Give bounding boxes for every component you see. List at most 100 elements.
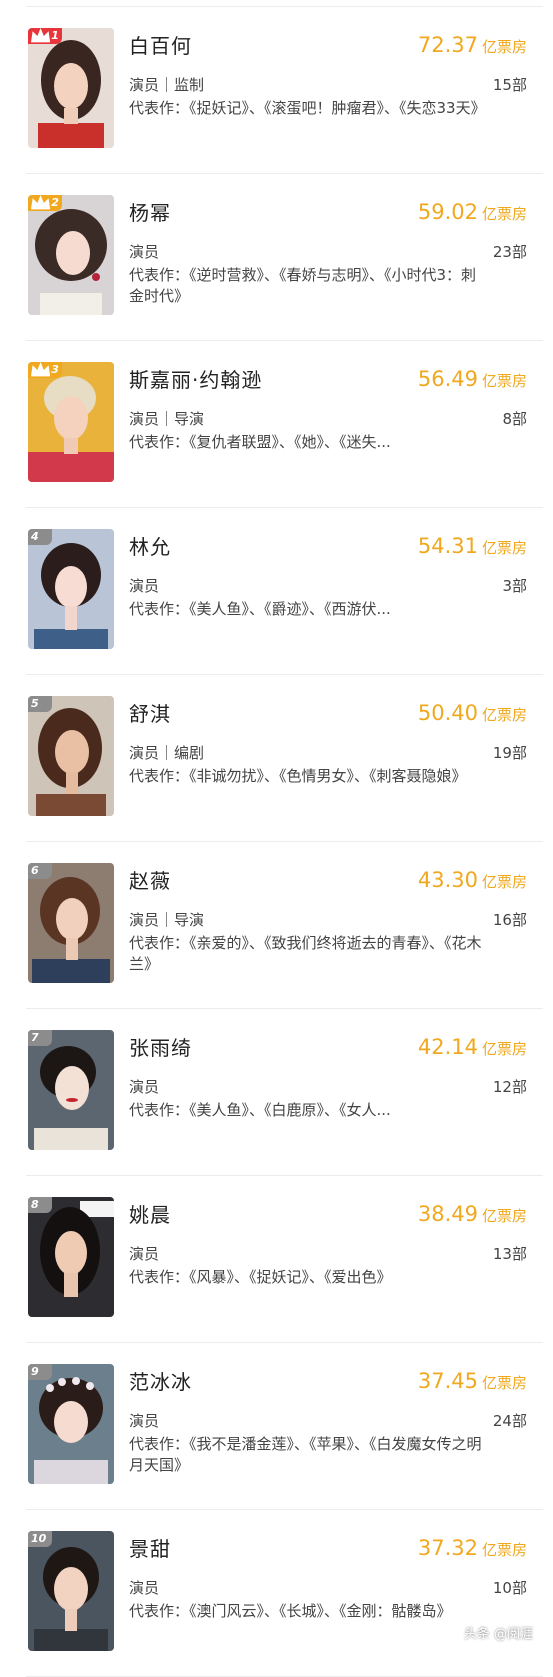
film-count-unit: 部 (511, 410, 527, 428)
ranking-row[interactable]: 2 杨幂 59.02 亿票房 演员 23部 代表作：《逆时营救》、《春娇与志明》、… (26, 174, 543, 341)
box-office-unit: 亿票房 (481, 1207, 527, 1225)
star-role: 演员｜导演 (129, 911, 205, 929)
box-office-unit: 亿票房 (481, 372, 527, 390)
representative-works: 代表作：《我不是潘金莲》、《苹果》、《白发魔女传之明月天国》 (129, 1435, 482, 1474)
avatar: 9 (28, 1364, 114, 1484)
star-name[interactable]: 杨幂 (129, 197, 171, 226)
box-office-value: 38.49 (417, 1202, 478, 1226)
film-count: 13部 (493, 1243, 527, 1264)
film-count-value: 3 (502, 577, 512, 595)
portrait-image (28, 362, 114, 482)
ranking-row[interactable]: 8 姚晨 38.49 亿票房 演员 13部 代表作：《风暴》、《捉妖记》、《爱出色… (26, 1176, 543, 1343)
ranking-row[interactable]: 3 斯嘉丽·约翰逊 56.49 亿票房 演员｜导演 8部 代表作：《复仇者联盟》、… (26, 341, 543, 508)
film-count-value: 10 (492, 1579, 512, 1597)
film-count: 16部 (493, 909, 527, 930)
representative-works: 代表作：《美人鱼》、《白鹿原》、《女人... (129, 1101, 391, 1119)
box-office: 50.40 亿票房 (418, 701, 527, 725)
film-count-unit: 部 (511, 744, 527, 762)
film-count-unit: 部 (511, 1245, 527, 1263)
ranking-row[interactable]: 10 景甜 37.32 亿票房 演员 10部 代表作：《澳门风云》、《长城》、《金… (26, 1510, 543, 1677)
rank-number: 2 (51, 196, 59, 209)
box-office: 56.49 亿票房 (418, 367, 527, 391)
box-office-value: 37.32 (417, 1536, 478, 1560)
star-role: 演员 (129, 1579, 160, 1597)
portrait-image (28, 1531, 114, 1651)
box-office-value: 43.30 (417, 868, 478, 892)
film-count: 12部 (493, 1076, 527, 1097)
avatar: 3 (28, 362, 114, 482)
film-count-value: 8 (502, 410, 512, 428)
film-count-value: 13 (492, 1245, 512, 1263)
ranking-row[interactable]: 5 舒淇 50.40 亿票房 演员｜编剧 19部 代表作：《非诚勿扰》、《色情男女… (26, 675, 543, 842)
rank-badge: 9 (28, 1364, 52, 1380)
ranking-row[interactable]: 9 范冰冰 37.45 亿票房 演员 24部 代表作：《我不是潘金莲》、《苹果》、… (26, 1343, 543, 1510)
rank-badge: 8 (28, 1197, 52, 1213)
film-count: 19部 (493, 742, 527, 763)
film-count: 24部 (493, 1410, 527, 1431)
rank-badge: 7 (28, 1030, 52, 1046)
rank-badge: 10 (28, 1531, 52, 1547)
film-count-unit: 部 (511, 1579, 527, 1597)
representative-works: 代表作：《复仇者联盟》、《她》、《迷失... (129, 433, 391, 451)
ranking-row[interactable]: 4 林允 54.31 亿票房 演员 3部 代表作：《美人鱼》、《爵迹》、《西游伏.… (26, 508, 543, 675)
ranking-row[interactable]: 1 白百何 72.37 亿票房 演员｜监制 15部 代表作：《捉妖记》、《滚蛋吧！… (26, 7, 543, 174)
avatar: 8 (28, 1197, 114, 1317)
film-count-unit: 部 (511, 911, 527, 929)
rank-number: 10 (31, 1532, 47, 1545)
portrait-image (28, 1197, 114, 1317)
portrait-image (28, 28, 114, 148)
star-role: 演员｜编剧 (129, 744, 205, 762)
avatar: 2 (28, 195, 114, 315)
box-office-value: 50.40 (417, 701, 478, 725)
star-name[interactable]: 范冰冰 (129, 1366, 192, 1395)
star-name[interactable]: 白百何 (129, 30, 192, 59)
film-count-value: 23 (492, 243, 512, 261)
ranking-row[interactable]: 6 赵薇 43.30 亿票房 演员｜导演 16部 代表作：《亲爱的》、《致我们终将… (26, 842, 543, 1009)
box-office-value: 42.14 (417, 1035, 478, 1059)
film-count-unit: 部 (511, 1412, 527, 1430)
rank-number: 3 (51, 363, 59, 376)
box-office-value: 54.31 (417, 534, 478, 558)
avatar: 7 (28, 1030, 114, 1150)
star-role: 演员 (129, 1245, 160, 1263)
star-name[interactable]: 舒淇 (129, 698, 171, 727)
film-count: 10部 (493, 1577, 527, 1598)
star-name[interactable]: 赵薇 (129, 865, 171, 894)
representative-works: 代表作：《亲爱的》、《致我们终将逝去的青春》、《花木兰》 (129, 934, 482, 973)
rank-badge: 4 (28, 529, 52, 545)
film-count-unit: 部 (511, 1078, 527, 1096)
avatar: 10 (28, 1531, 114, 1651)
film-count: 8部 (502, 408, 527, 429)
star-name[interactable]: 姚晨 (129, 1199, 171, 1228)
box-office-unit: 亿票房 (481, 1374, 527, 1392)
star-name[interactable]: 林允 (129, 531, 171, 560)
star-name[interactable]: 斯嘉丽·约翰逊 (129, 364, 262, 393)
star-name[interactable]: 张雨绮 (129, 1032, 192, 1061)
representative-works: 代表作：《风暴》、《捉妖记》、《爱出色》 (129, 1268, 392, 1286)
star-role: 演员 (129, 1412, 160, 1430)
box-office-unit: 亿票房 (481, 706, 527, 724)
star-name[interactable]: 景甜 (129, 1533, 171, 1562)
portrait-image (28, 1364, 114, 1484)
ranking-row[interactable]: 7 张雨绮 42.14 亿票房 演员 12部 代表作：《美人鱼》、《白鹿原》、《女… (26, 1009, 543, 1176)
box-office-value: 59.02 (417, 200, 478, 224)
watermark: 头条 @阅涯 (463, 1627, 533, 1642)
star-role: 演员 (129, 577, 160, 595)
box-office-unit: 亿票房 (481, 205, 527, 223)
box-office: 72.37 亿票房 (418, 33, 527, 57)
box-office: 54.31 亿票房 (418, 534, 527, 558)
star-role: 演员 (129, 1078, 160, 1096)
film-count-value: 15 (492, 76, 512, 94)
rank-number: 8 (31, 1198, 39, 1211)
portrait-image (28, 863, 114, 983)
box-office-unit: 亿票房 (481, 1541, 527, 1559)
box-office-unit: 亿票房 (481, 873, 527, 891)
box-office-value: 72.37 (417, 33, 478, 57)
rank-badge: 2 (28, 195, 62, 211)
rank-number: 4 (31, 530, 39, 543)
representative-works: 代表作：《美人鱼》、《爵迹》、《西游伏... (129, 600, 391, 618)
portrait-image (28, 529, 114, 649)
box-office: 37.45 亿票房 (418, 1369, 527, 1393)
portrait-image (28, 195, 114, 315)
portrait-image (28, 696, 114, 816)
